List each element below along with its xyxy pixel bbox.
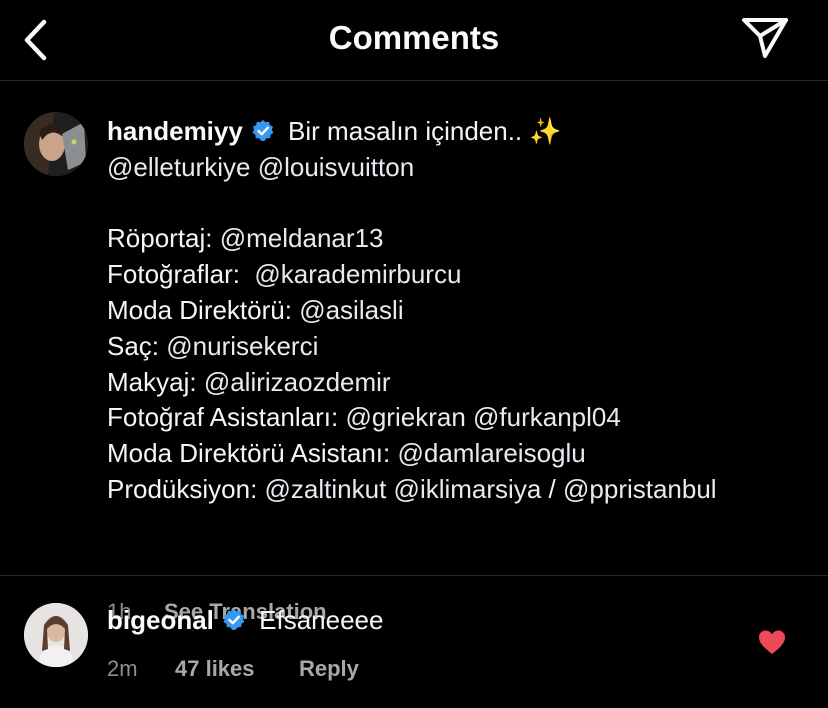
credit-label: Röportaj: (107, 223, 220, 254)
credit-line: Saç: @nurisekerci (107, 329, 807, 365)
mention-link[interactable]: @zaltinkut (265, 474, 387, 504)
credit-line: Makyaj: @alirizaozdemir (107, 365, 807, 401)
mention-link[interactable]: @ppristanbul (563, 474, 717, 504)
avatar[interactable] (24, 603, 88, 667)
share-button[interactable] (740, 16, 790, 60)
credit-label: Saç: (107, 330, 167, 361)
avatar[interactable] (24, 112, 88, 176)
mention-link[interactable]: @griekran (345, 402, 465, 432)
mention-link[interactable]: @nurisekerci (166, 331, 318, 361)
caption-mentions-line: @elleturkiye @louisvuitton (107, 150, 807, 186)
mention-link[interactable]: @meldanar13 (220, 223, 384, 253)
verified-badge-icon (223, 609, 245, 630)
credit-label: Moda Direktörü Asistanı: (107, 438, 398, 469)
caption-text: handemiyy Bir masalın içinden.. ✨ @ellet… (107, 114, 807, 508)
verified-badge-icon (252, 120, 274, 141)
credit-line: Moda Direktörü: @asilasli (107, 293, 807, 329)
back-button[interactable] (18, 18, 58, 62)
credit-label: Moda Direktörü: (107, 294, 300, 325)
caption-first-line: handemiyy Bir masalın içinden.. ✨ (107, 114, 807, 150)
credit-line: Röportaj: @meldanar13 (107, 221, 807, 257)
profile-photo-icon (24, 112, 88, 176)
reply-button[interactable]: Reply (299, 656, 359, 682)
header-bar: Comments (0, 0, 828, 81)
mention-link[interactable]: @iklimarsiya (394, 474, 542, 504)
mention-link[interactable]: @karademirburcu (254, 259, 461, 289)
comment-body: Efsaneeee (251, 605, 384, 635)
comment-timestamp: 2m (107, 656, 138, 681)
caption-first-text: Bir masalın içinden.. (280, 116, 530, 146)
profile-photo-icon (24, 603, 88, 667)
chevron-left-icon (24, 19, 47, 61)
comment-text: bigeonal Efsaneeee (107, 605, 383, 636)
mention-link[interactable]: @alirizaozdemir (204, 367, 391, 397)
heart-filled-icon (759, 630, 785, 654)
credit-line: Prodüksiyon: @zaltinkut @iklimarsiya / @… (107, 472, 807, 508)
likes-count[interactable]: 47 likes (175, 656, 255, 682)
credit-label: Fotoğraflar: (107, 259, 255, 290)
sparkle-emoji: ✨ (529, 116, 562, 146)
username[interactable]: bigeonal (107, 605, 214, 635)
mention-link[interactable]: @damlareisoglu (397, 438, 585, 468)
username[interactable]: handemiyy (107, 116, 243, 146)
separator-text: / (548, 473, 556, 504)
caption-comment: handemiyy Bir masalın içinden.. ✨ @ellet… (0, 81, 828, 624)
divider (0, 575, 828, 576)
mention-link[interactable]: @elleturkiye (107, 152, 250, 182)
credit-line: Fotoğraf Asistanları: @griekran @furkanp… (107, 400, 807, 436)
credit-line: Fotoğraflar: @karademirburcu (107, 257, 807, 293)
mention-link[interactable]: @asilasli (299, 295, 403, 325)
credit-label: Fotoğraf Asistanları: (107, 402, 346, 433)
like-button[interactable] (758, 629, 786, 655)
credit-label: Prodüksiyon: (107, 473, 265, 504)
mention-link[interactable]: @furkanpl04 (473, 402, 621, 432)
mention-link[interactable]: @louisvuitton (258, 152, 414, 182)
paper-plane-icon (742, 18, 788, 58)
credit-label: Makyaj: (107, 366, 204, 397)
page-title: Comments (328, 19, 500, 56)
credit-line: Moda Direktörü Asistanı: @damlareisoglu (107, 436, 807, 472)
credits-list: Röportaj: @meldanar13 Fotoğraflar: @karad… (107, 221, 807, 507)
